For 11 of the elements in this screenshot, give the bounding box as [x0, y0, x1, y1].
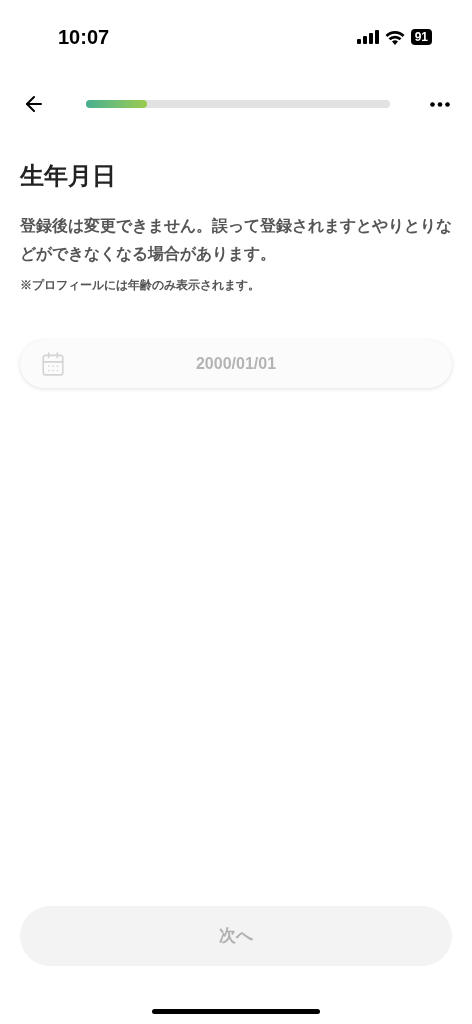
battery-level: 91 [410, 29, 432, 45]
signal-icon [356, 30, 379, 44]
date-field[interactable]: 2000/01/01 [20, 340, 452, 388]
description-text: 登録後は変更できません。誤って登録されますとやりとりなどができなくなる場合があります。 [20, 216, 452, 265]
status-time: 10:07 [58, 25, 110, 50]
more-button[interactable] [430, 101, 450, 107]
calendar-icon [40, 351, 66, 377]
note-text: ※プロフィールには年齢のみ表示されます。 [20, 277, 261, 294]
wifi-icon [384, 29, 405, 45]
page-title: 生年月日 [20, 161, 117, 191]
more-icon [430, 101, 450, 107]
